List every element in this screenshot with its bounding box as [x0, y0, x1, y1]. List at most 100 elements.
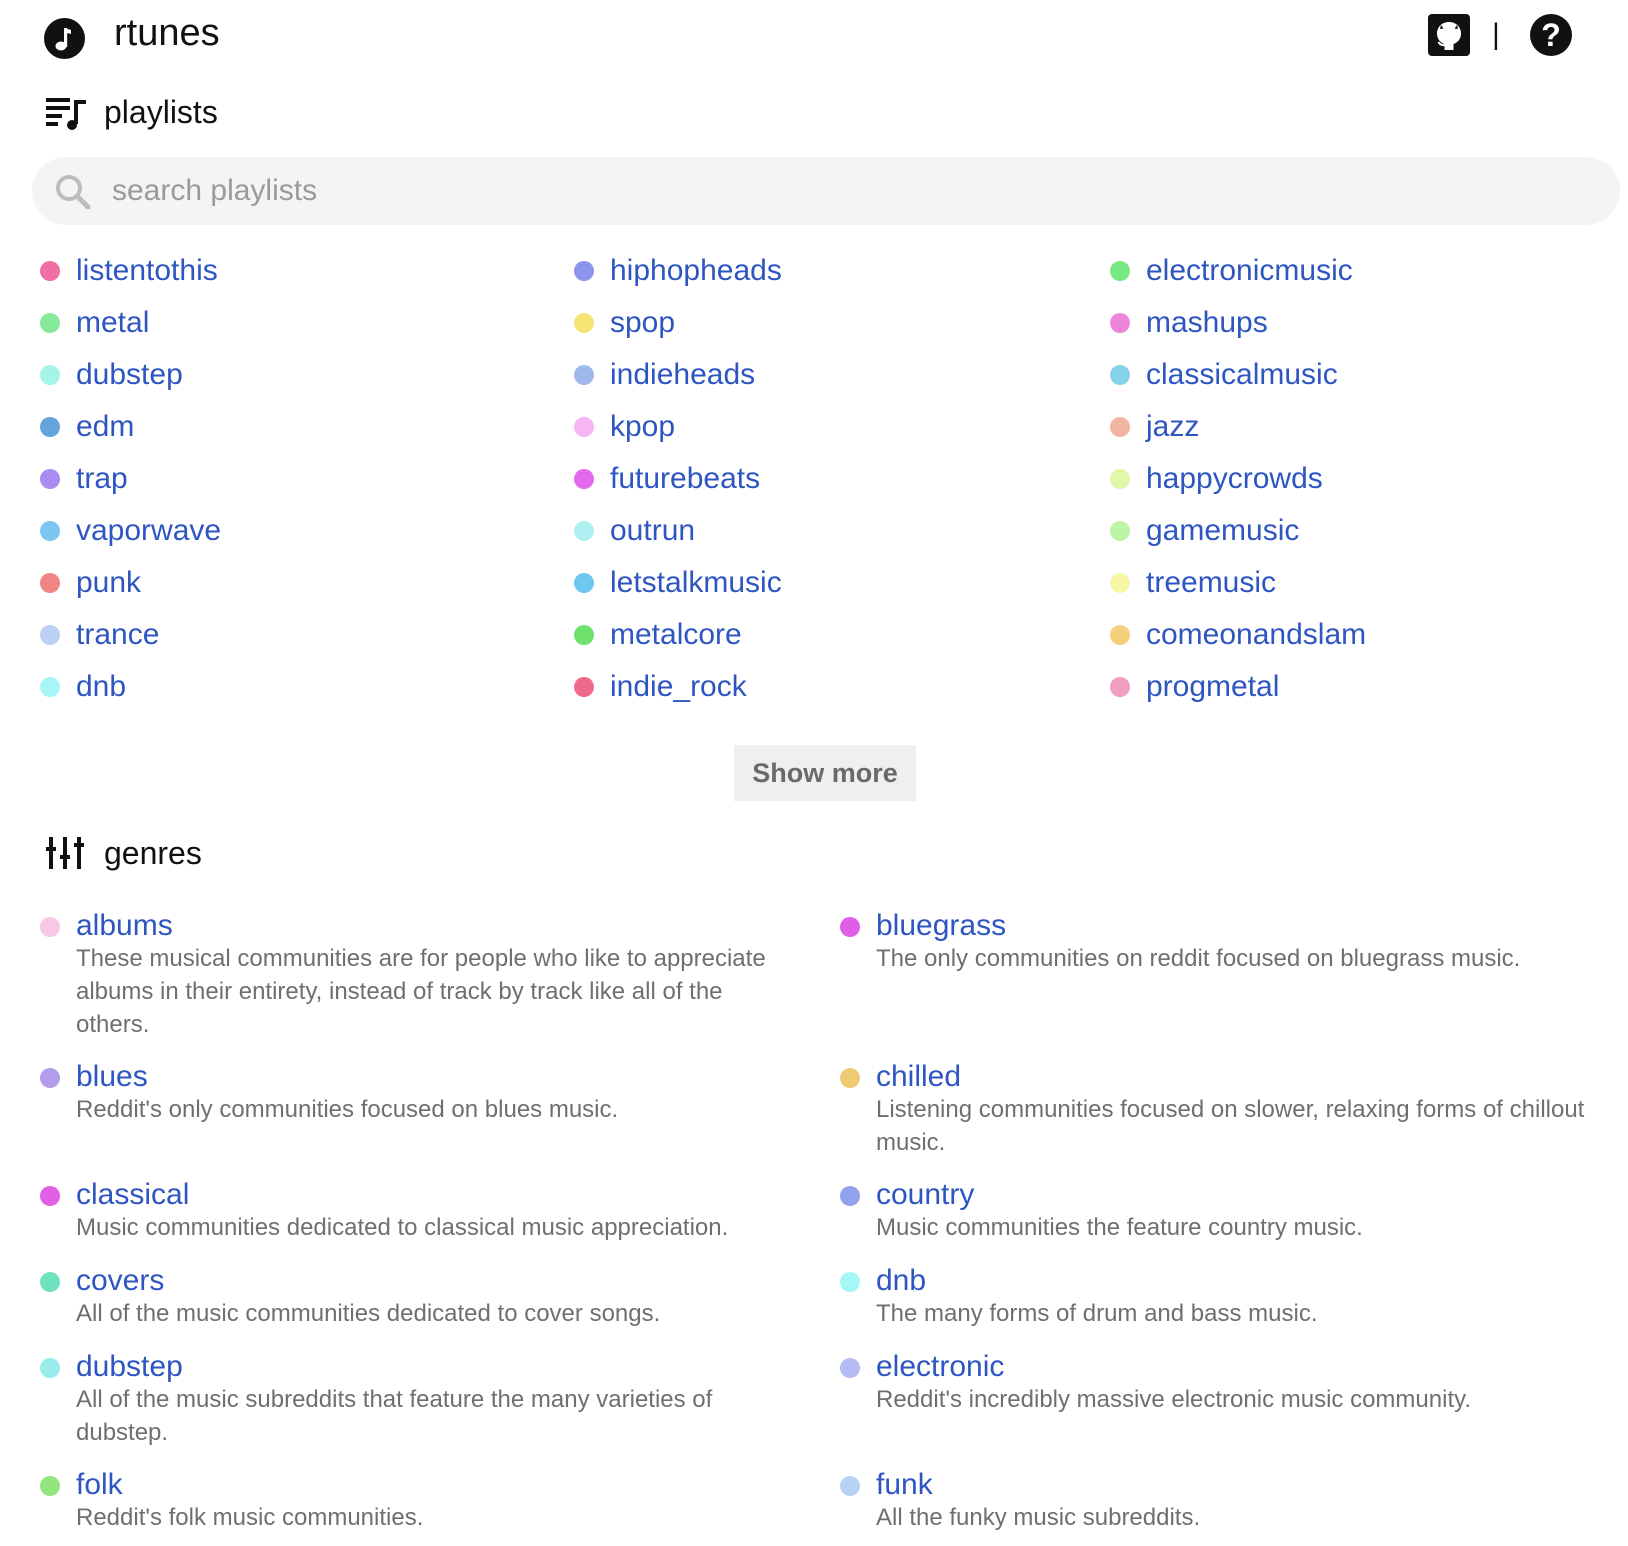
color-dot: [40, 1186, 60, 1206]
genre-name[interactable]: blues: [76, 1057, 148, 1097]
playlist-name[interactable]: dnb: [76, 667, 126, 707]
header-separator: |: [1492, 18, 1500, 51]
color-dot: [574, 625, 594, 645]
genre-name[interactable]: classical: [76, 1175, 189, 1215]
color-dot: [1110, 573, 1130, 593]
color-dot: [574, 677, 594, 697]
github-icon[interactable]: [1428, 14, 1470, 56]
music-note-icon[interactable]: [44, 18, 85, 59]
app-title[interactable]: rtunes: [114, 8, 220, 58]
genre-description: The only communities on reddit focused o…: [876, 945, 1521, 972]
playlist-name[interactable]: jazz: [1146, 407, 1199, 447]
color-dot: [40, 521, 60, 541]
color-dot: [1110, 677, 1130, 697]
playlist-name[interactable]: progmetal: [1146, 667, 1279, 707]
genre-description: All the funky music subreddits.: [876, 1504, 1201, 1531]
genre-description: Reddit's incredibly massive electronic m…: [876, 1386, 1471, 1413]
color-dot: [40, 573, 60, 593]
color-dot: [1110, 625, 1130, 645]
color-dot: [840, 1186, 860, 1206]
help-icon[interactable]: ?: [1530, 14, 1572, 56]
color-dot: [840, 1476, 860, 1496]
genre-name[interactable]: chilled: [876, 1057, 961, 1097]
search-input[interactable]: [112, 167, 1592, 215]
playlist-name[interactable]: trance: [76, 615, 159, 655]
genre-name[interactable]: bluegrass: [876, 906, 1006, 946]
genre-description: Music communities dedicated to classical…: [76, 1214, 729, 1241]
playlists-title: playlists: [104, 94, 218, 130]
genres-heading: genres: [46, 833, 306, 873]
playlist-name[interactable]: treemusic: [1146, 563, 1276, 603]
genre-name[interactable]: country: [876, 1175, 974, 1215]
playlist-name[interactable]: indie_rock: [610, 667, 747, 707]
color-dot: [840, 1272, 860, 1292]
playlist-name[interactable]: metalcore: [610, 615, 742, 655]
playlist-name[interactable]: metal: [76, 303, 149, 343]
playlist-name[interactable]: outrun: [610, 511, 695, 551]
color-dot: [1110, 313, 1130, 333]
playlist-name[interactable]: spop: [610, 303, 675, 343]
playlist-name[interactable]: trap: [76, 459, 128, 499]
genre-description: Reddit's folk music communities.: [76, 1504, 424, 1531]
genre-name[interactable]: electronic: [876, 1347, 1004, 1387]
color-dot: [40, 469, 60, 489]
color-dot: [574, 521, 594, 541]
genre-description: The many forms of drum and bass music.: [876, 1300, 1318, 1327]
playlist-name[interactable]: mashups: [1146, 303, 1268, 343]
genre-description: All of the music subreddits that feature…: [76, 1386, 713, 1446]
genre-description: These musical communities are for people…: [76, 945, 766, 1038]
color-dot: [1110, 469, 1130, 489]
genre-name[interactable]: albums: [76, 906, 173, 946]
equalizer-icon: [46, 837, 84, 869]
color-dot: [1110, 365, 1130, 385]
playlist-name[interactable]: letstalkmusic: [610, 563, 782, 603]
genre-name[interactable]: dubstep: [76, 1347, 183, 1387]
color-dot: [40, 417, 60, 437]
playlist-name[interactable]: listentothis: [76, 251, 218, 291]
search-icon: [56, 175, 91, 210]
color-dot: [40, 1358, 60, 1378]
playlist-name[interactable]: electronicmusic: [1146, 251, 1353, 291]
color-dot: [840, 917, 860, 937]
app-header: rtunes | ?: [0, 0, 1628, 76]
color-dot: [40, 625, 60, 645]
color-dot: [840, 1358, 860, 1378]
playlist-name[interactable]: edm: [76, 407, 134, 447]
genre-description: Reddit's only communities focused on blu…: [76, 1096, 619, 1123]
playlist-name[interactable]: kpop: [610, 407, 675, 447]
playlist-name[interactable]: futurebeats: [610, 459, 760, 499]
playlist-search-bar[interactable]: [32, 157, 1620, 225]
playlist-name[interactable]: vaporwave: [76, 511, 221, 551]
playlist-name[interactable]: gamemusic: [1146, 511, 1299, 551]
color-dot: [40, 313, 60, 333]
color-dot: [1110, 417, 1130, 437]
color-dot: [840, 1068, 860, 1088]
playlist-name[interactable]: punk: [76, 563, 141, 603]
color-dot: [574, 313, 594, 333]
color-dot: [40, 917, 60, 937]
genre-description: Music communities the feature country mu…: [876, 1214, 1363, 1241]
color-dot: [574, 261, 594, 281]
playlist-name[interactable]: happycrowds: [1146, 459, 1323, 499]
playlist-name[interactable]: indieheads: [610, 355, 755, 395]
color-dot: [40, 1068, 60, 1088]
color-dot: [40, 365, 60, 385]
playlist-name[interactable]: classicalmusic: [1146, 355, 1338, 395]
color-dot: [40, 677, 60, 697]
genre-name[interactable]: funk: [876, 1465, 933, 1505]
genre-name[interactable]: dnb: [876, 1261, 926, 1301]
genre-name[interactable]: covers: [76, 1261, 164, 1301]
genres-title: genres: [104, 835, 202, 871]
show-more-button[interactable]: Show more: [734, 745, 916, 801]
genre-name[interactable]: folk: [76, 1465, 123, 1505]
genre-description: Listening communities focused on slower,…: [876, 1096, 1585, 1156]
playlist-name[interactable]: hiphopheads: [610, 251, 782, 291]
genre-description: All of the music communities dedicated t…: [76, 1300, 661, 1327]
playlist-name[interactable]: dubstep: [76, 355, 183, 395]
playlist-name[interactable]: comeonandslam: [1146, 615, 1366, 655]
color-dot: [574, 417, 594, 437]
color-dot: [574, 469, 594, 489]
color-dot: [1110, 261, 1130, 281]
color-dot: [40, 1476, 60, 1496]
color-dot: [40, 261, 60, 281]
